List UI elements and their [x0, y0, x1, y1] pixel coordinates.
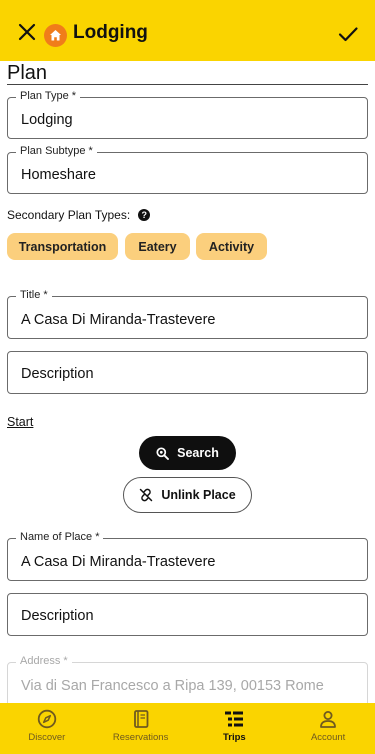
help-icon[interactable]: ?: [138, 209, 151, 221]
section-divider: [7, 84, 368, 85]
nav-discover-label: Discover: [28, 732, 66, 743]
description-placeholder: Description: [21, 366, 94, 382]
section-title: Plan: [7, 62, 48, 84]
chip-activity[interactable]: Activity: [196, 233, 267, 260]
close-icon[interactable]: [16, 21, 38, 43]
book-icon: [133, 710, 149, 728]
search-button-label: Search: [177, 446, 219, 460]
place-name-label: Name of Place *: [16, 531, 104, 543]
place-name-value: A Casa Di Miranda-Trastevere: [21, 554, 216, 570]
list-icon: [225, 711, 244, 727]
plan-type-label: Plan Type *: [16, 90, 81, 102]
title-value: A Casa Di Miranda-Trastevere: [21, 312, 216, 328]
place-description-field[interactable]: Description: [7, 593, 368, 636]
compass-icon: [37, 709, 57, 729]
page-title: Lodging: [73, 22, 148, 43]
plan-type-select[interactable]: Plan Type * Lodging: [7, 90, 368, 139]
chip-eatery[interactable]: Eatery: [125, 233, 190, 260]
nav-trips-label: Trips: [223, 732, 246, 743]
person-icon: [320, 711, 337, 728]
bottom-nav: Discover Reservations Trips Account: [0, 703, 375, 754]
nav-reservations-label: Reservations: [112, 732, 169, 743]
plan-subtype-label: Plan Subtype *: [16, 145, 97, 157]
place-name-field[interactable]: Name of Place * A Casa Di Miranda-Traste…: [7, 531, 368, 581]
secondary-plan-types-text: Secondary Plan Types:: [7, 208, 131, 222]
title-field[interactable]: Title * A Casa Di Miranda-Trastevere: [7, 289, 368, 339]
plan-subtype-select[interactable]: Plan Subtype * Homeshare: [7, 145, 368, 194]
chip-transportation[interactable]: Transportation: [7, 233, 118, 260]
place-description-placeholder: Description: [21, 608, 94, 624]
start-link[interactable]: Start: [7, 415, 33, 429]
unlink-icon: [140, 488, 153, 502]
unlink-place-label: Unlink Place: [161, 488, 236, 502]
home-icon: [44, 24, 67, 47]
check-icon[interactable]: [337, 23, 359, 45]
nav-trips[interactable]: Trips: [188, 703, 282, 754]
address-value: Via di San Francesco a Ripa 139, 00153 R…: [21, 678, 324, 694]
app-bar: Lodging: [0, 0, 375, 61]
nav-account-label: Account: [310, 732, 346, 743]
nav-account[interactable]: Account: [281, 703, 375, 754]
search-icon: [156, 446, 170, 460]
nav-reservations[interactable]: Reservations: [94, 703, 188, 754]
unlink-place-button[interactable]: Unlink Place: [123, 477, 252, 513]
description-field[interactable]: Description: [7, 351, 368, 394]
secondary-plan-types-label: Secondary Plan Types: ?: [7, 208, 151, 222]
nav-discover[interactable]: Discover: [0, 703, 94, 754]
address-label: Address *: [16, 655, 72, 667]
title-label: Title *: [16, 289, 52, 301]
search-button[interactable]: Search: [139, 436, 236, 470]
plan-type-value: Lodging: [21, 112, 73, 128]
plan-subtype-value: Homeshare: [21, 167, 96, 183]
